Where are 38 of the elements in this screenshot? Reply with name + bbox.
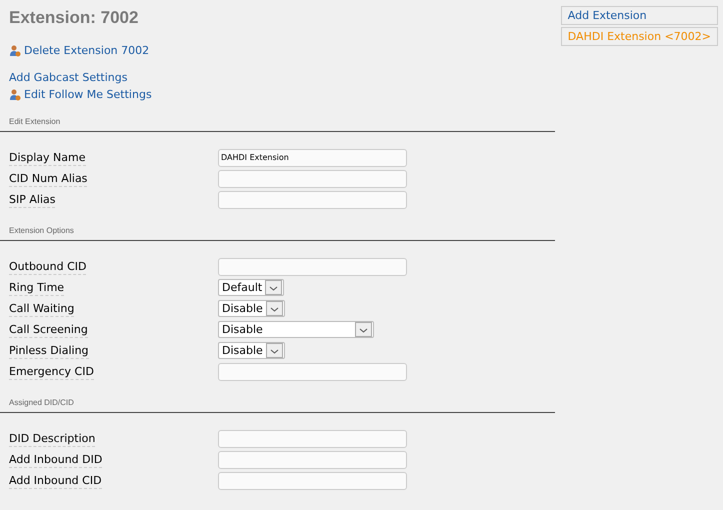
- text-field[interactable]: [218, 430, 407, 448]
- dropdown[interactable]: Disable: [218, 342, 285, 359]
- field-label: Ring Time: [9, 281, 64, 296]
- field-label: Add Inbound DID: [9, 453, 102, 468]
- field-label: Emergency CID: [9, 365, 94, 380]
- action-link[interactable]: Delete Extension 7002: [9, 44, 150, 57]
- dropdown[interactable]: Disable: [218, 321, 374, 338]
- field-label: Add Inbound CID: [9, 474, 102, 489]
- field-label: SIP Alias: [9, 193, 56, 208]
- dropdown[interactable]: Disable: [218, 300, 285, 317]
- chevron-icon: [266, 301, 283, 316]
- user-icon: [9, 88, 21, 100]
- field-label: CID Num Alias: [9, 172, 88, 187]
- field-label: Display Name: [9, 151, 86, 166]
- field-label: Call Waiting: [9, 302, 74, 317]
- text-field[interactable]: [218, 450, 407, 468]
- field-label: Pinless Dialing: [9, 344, 89, 359]
- section-heading: Extension Options: [9, 226, 75, 235]
- sidebar-item[interactable]: Add Extension: [560, 6, 718, 25]
- chevron-icon: [265, 280, 282, 295]
- text-field[interactable]: [218, 472, 407, 490]
- field-label: DID Description: [9, 432, 96, 447]
- section-heading: Assigned DID/CID: [9, 398, 75, 407]
- chevron-icon: [355, 322, 372, 337]
- text-field[interactable]: [218, 190, 407, 208]
- text-field[interactable]: [218, 362, 407, 380]
- chevron-icon: [266, 343, 283, 358]
- field-label: Outbound CID: [9, 260, 86, 275]
- field-label: Call Screening: [9, 323, 88, 338]
- text-field[interactable]: DAHDI Extension: [218, 148, 407, 166]
- text-field[interactable]: [218, 170, 407, 188]
- user-icon: [9, 44, 21, 56]
- action-link[interactable]: Edit Follow Me Settings: [9, 88, 152, 101]
- page-title: Extension: 7002: [9, 8, 140, 28]
- text-field[interactable]: [218, 258, 407, 276]
- section-heading: Edit Extension: [9, 117, 62, 126]
- action-link[interactable]: Add Gabcast Settings: [9, 71, 128, 84]
- dropdown[interactable]: Default: [218, 279, 284, 296]
